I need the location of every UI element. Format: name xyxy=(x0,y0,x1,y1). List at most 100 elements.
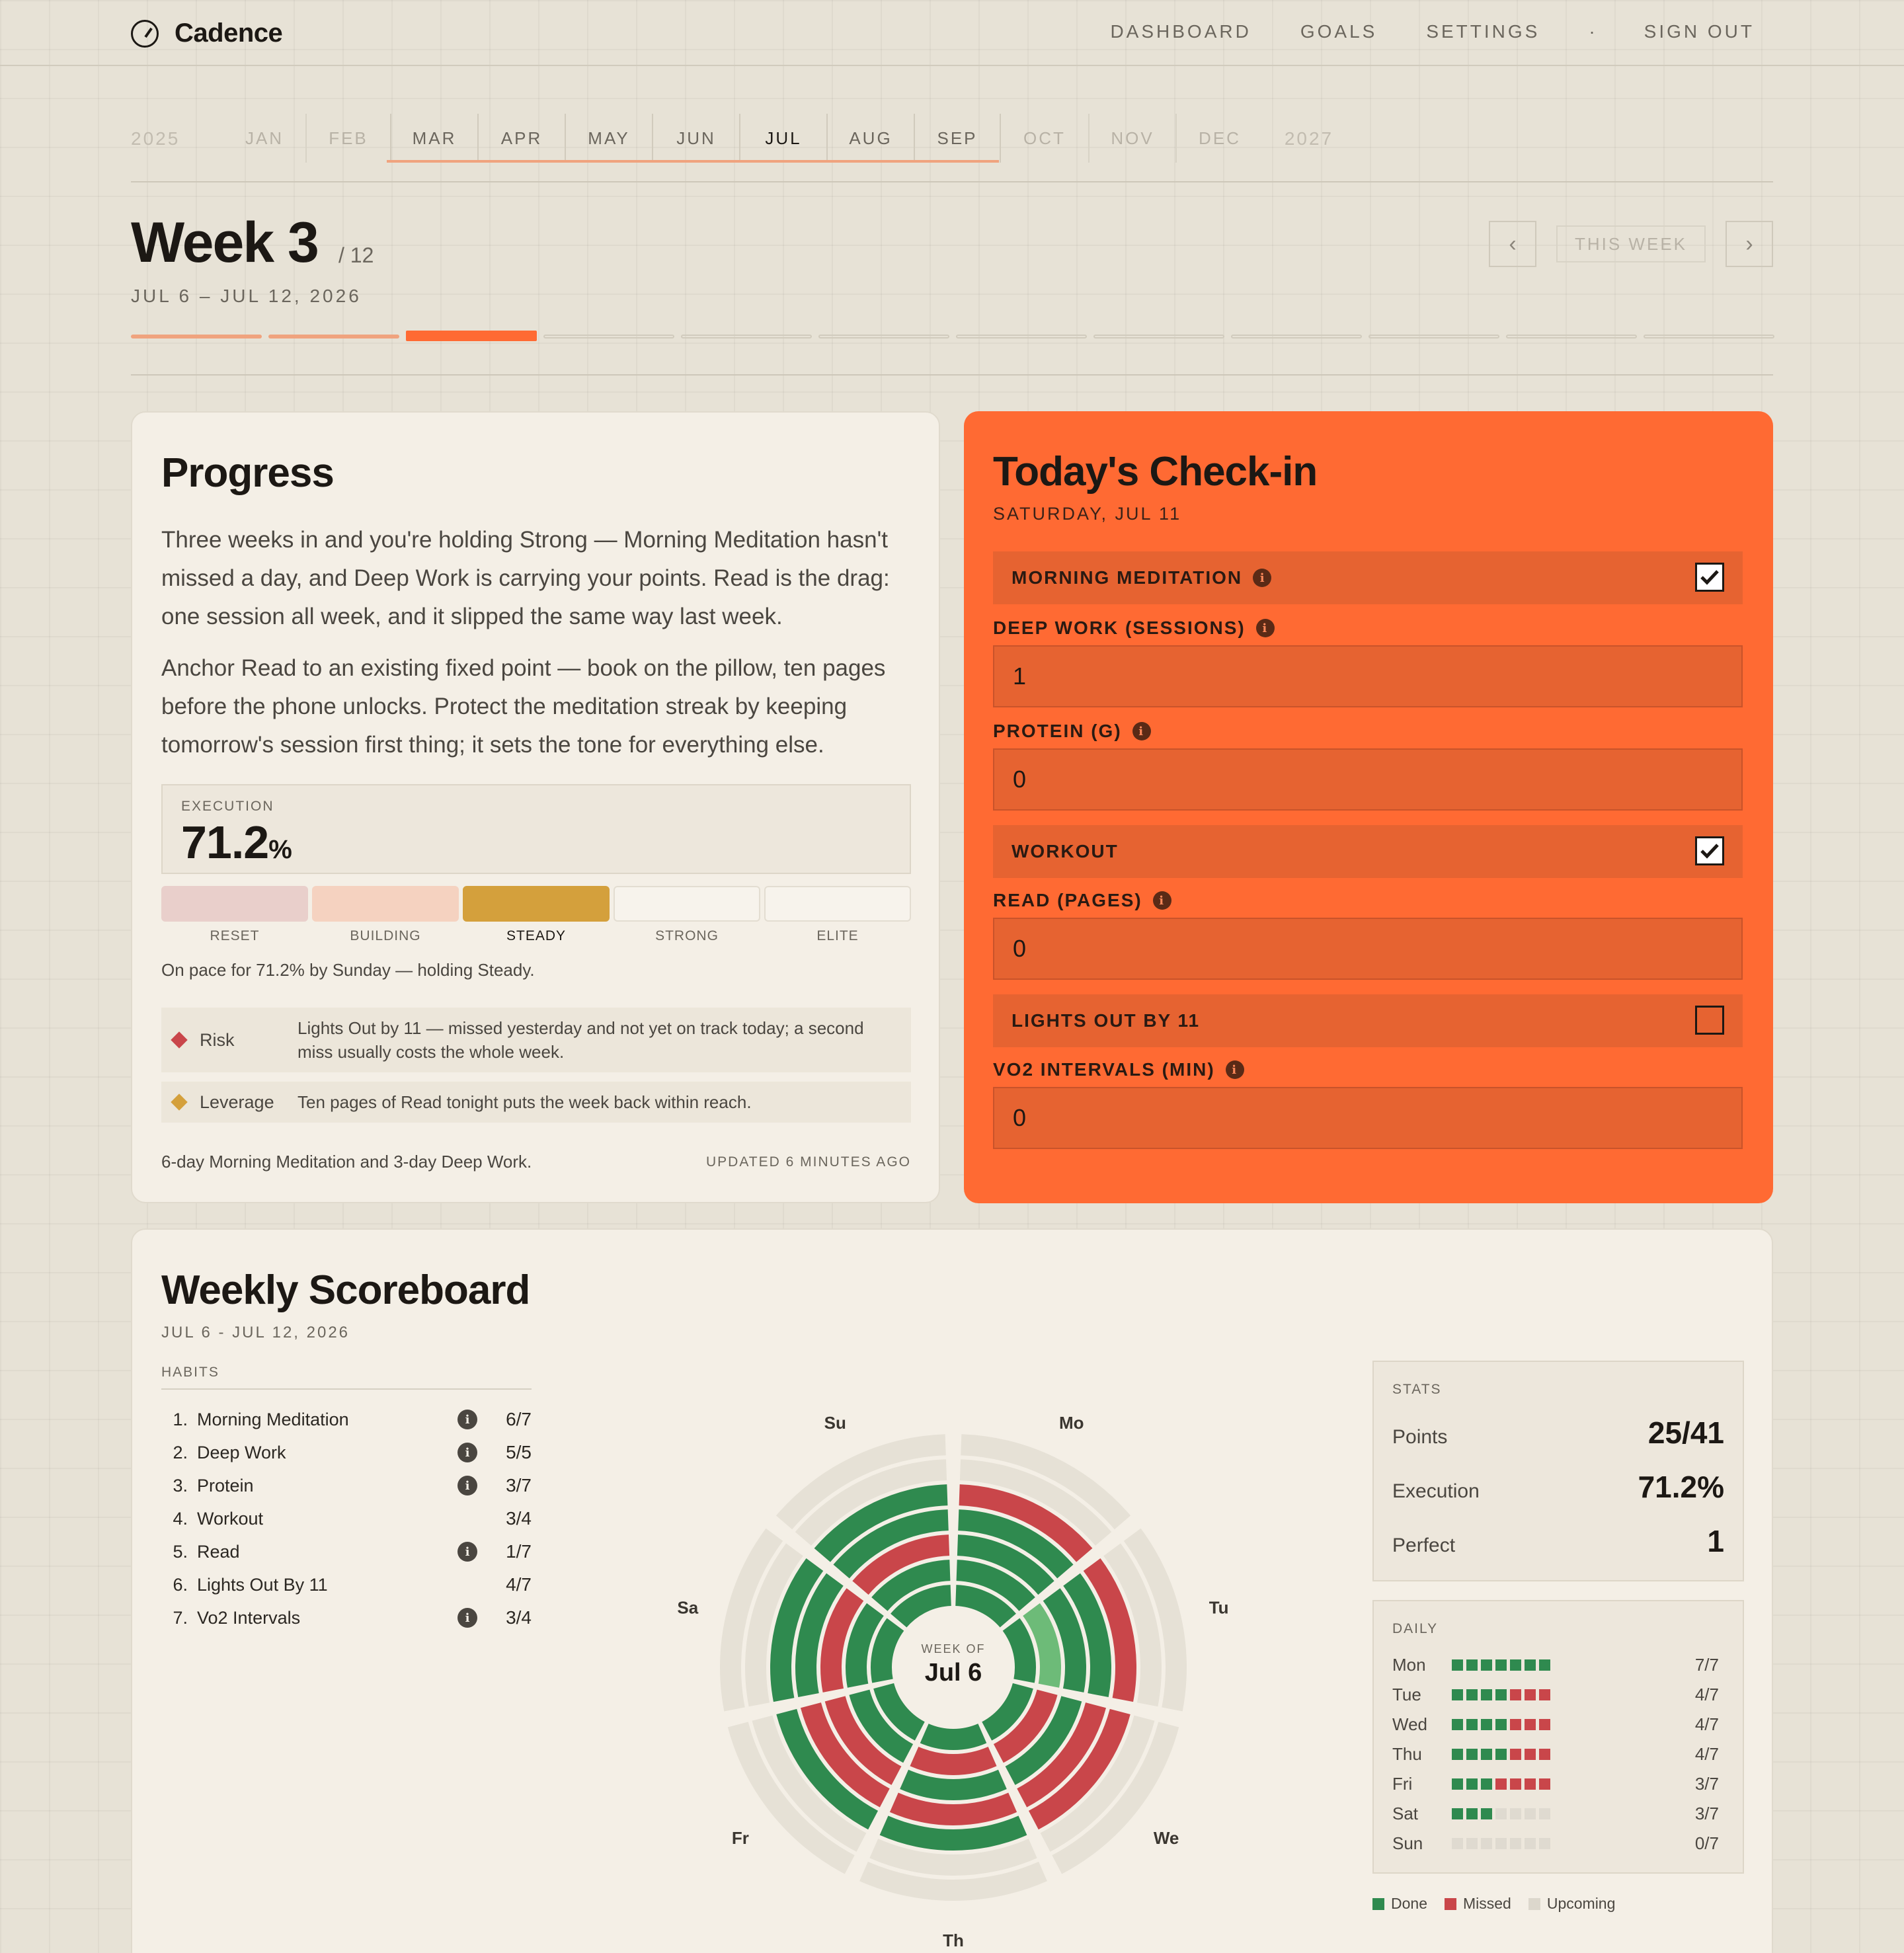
month-mar[interactable]: MAR xyxy=(390,114,477,163)
daily-day: Fri xyxy=(1392,1773,1413,1794)
daily-cell xyxy=(1495,1748,1507,1760)
nav-settings[interactable]: SETTINGS xyxy=(1426,21,1540,42)
risk-text: Lights Out by 11 — missed yesterday and … xyxy=(298,1018,864,1062)
daily-score: 3/7 xyxy=(1694,1773,1719,1794)
month-sep[interactable]: SEP xyxy=(914,114,1001,163)
info-icon[interactable]: i xyxy=(1152,891,1171,910)
radial-day-label: Tu xyxy=(1209,1597,1229,1617)
daily-cell xyxy=(1495,1778,1507,1790)
daily-cell xyxy=(1481,1837,1492,1849)
nav-sign-out[interactable]: SIGN OUT xyxy=(1644,21,1755,42)
daily-cell xyxy=(1510,1659,1521,1671)
month-aug[interactable]: AUG xyxy=(826,114,914,163)
month-jul[interactable]: JUL xyxy=(739,114,826,163)
divider xyxy=(131,374,1773,376)
info-icon[interactable]: i xyxy=(457,1476,477,1495)
info-icon[interactable]: i xyxy=(457,1542,477,1562)
next-week-button[interactable]: › xyxy=(1726,221,1773,267)
month-oct[interactable]: OCT xyxy=(1001,114,1088,163)
daily-header: DAILY xyxy=(1392,1621,1439,1636)
prev-week-button[interactable]: ‹ xyxy=(1488,221,1536,267)
deep-work-input[interactable]: 1 xyxy=(993,645,1743,707)
week-title: Week 3 xyxy=(131,211,319,274)
progress-title: Progress xyxy=(161,450,335,496)
risk-label: Risk xyxy=(200,1029,235,1050)
daily-cell xyxy=(1452,1659,1463,1671)
tier-label: RESET xyxy=(210,928,260,943)
radial-day-label: Su xyxy=(824,1413,846,1433)
daily-cell xyxy=(1525,1837,1536,1849)
this-week-button[interactable]: THIS WEEK xyxy=(1556,225,1706,262)
nav-goals[interactable]: GOALS xyxy=(1300,21,1377,42)
tier-scale xyxy=(161,886,911,922)
habit-row: 1. Morning Meditation i 6/7 xyxy=(161,1403,532,1436)
month-feb[interactable]: FEB xyxy=(305,114,390,163)
main-nav: DASHBOARD GOALS SETTINGS · SIGN OUT xyxy=(1110,21,1755,42)
vo2-input[interactable]: 0 xyxy=(993,1087,1743,1149)
habit-number: 7. xyxy=(173,1607,188,1628)
week-segment xyxy=(1506,335,1637,339)
daily-cell xyxy=(1481,1689,1492,1700)
month-may[interactable]: MAY xyxy=(565,114,652,163)
daily-cell xyxy=(1466,1778,1478,1790)
daily-panel: DAILY Mon 7/7 Tue 4/7 Wed 4/7 Thu 4/7 Fri 3/7 Sat 3… xyxy=(1372,1600,1744,1874)
daily-cell xyxy=(1539,1778,1550,1790)
daily-cell xyxy=(1466,1837,1478,1849)
info-icon[interactable]: i xyxy=(1255,619,1275,637)
info-icon[interactable]: i xyxy=(457,1410,477,1429)
morning-meditation-checkbox[interactable] xyxy=(1695,563,1724,592)
lights-out-checkbox[interactable] xyxy=(1695,1006,1724,1035)
info-icon[interactable]: i xyxy=(1132,722,1151,740)
radial-center-date: Jul 6 xyxy=(925,1659,982,1687)
year-next[interactable]: 2027 xyxy=(1263,114,1355,163)
checkin-date: SATURDAY, JUL 11 xyxy=(993,504,1182,524)
year-prev[interactable]: 2025 xyxy=(131,114,223,163)
execution-label: EXECUTION xyxy=(181,799,274,814)
daily-cell xyxy=(1510,1689,1521,1700)
lights-out-row[interactable]: LIGHTS OUT BY 11 xyxy=(993,994,1743,1047)
info-icon[interactable]: i xyxy=(457,1443,477,1462)
radial-day-label: We xyxy=(1154,1828,1179,1848)
daily-cell xyxy=(1525,1778,1536,1790)
radial-cell[interactable] xyxy=(910,1746,997,1775)
daily-cell xyxy=(1495,1659,1507,1671)
risk-note: Risk Lights Out by 11 — missed yesterday… xyxy=(161,1008,911,1072)
protein-input[interactable]: 0 xyxy=(993,748,1743,811)
active-months-underline xyxy=(387,160,999,163)
month-apr[interactable]: APR xyxy=(477,114,565,163)
daily-cell xyxy=(1466,1689,1478,1700)
stats-panel: STATS Points 25/41 Execution 71.2% Perfect… xyxy=(1372,1361,1744,1581)
checkin-card: Today's Check-in SATURDAY, JUL 11 MORNIN… xyxy=(964,411,1773,1203)
daily-cell xyxy=(1510,1837,1521,1849)
chevron-left-icon: ‹ xyxy=(1509,231,1517,257)
habits-header: HABITS xyxy=(161,1365,532,1390)
info-icon[interactable]: i xyxy=(1225,1060,1244,1079)
daily-cell xyxy=(1481,1808,1492,1819)
divider xyxy=(131,181,1773,182)
month-jan[interactable]: JAN xyxy=(223,114,305,163)
info-icon[interactable]: i xyxy=(457,1608,477,1628)
month-nov[interactable]: NOV xyxy=(1088,114,1175,163)
week-segment xyxy=(268,335,399,339)
daily-cell xyxy=(1495,1808,1507,1819)
radial-cell[interactable] xyxy=(920,1724,987,1750)
workout-checkbox[interactable] xyxy=(1695,836,1724,865)
info-icon[interactable]: i xyxy=(1253,569,1272,587)
month-dec[interactable]: DEC xyxy=(1175,114,1263,163)
daily-cell xyxy=(1495,1718,1507,1730)
diamond-icon xyxy=(171,1031,188,1049)
habit-row: 7. Vo2 Intervals i 3/4 xyxy=(161,1601,532,1634)
legend-done: Done xyxy=(1372,1895,1427,1913)
execution-box: EXECUTION 71.2% xyxy=(161,784,911,874)
checkmark-icon xyxy=(1700,570,1719,585)
workout-row[interactable]: WORKOUT xyxy=(993,825,1743,878)
daily-cell xyxy=(1452,1689,1463,1700)
points-stat: Points 25/41 xyxy=(1392,1415,1724,1450)
habit-name: Read xyxy=(197,1541,240,1562)
nav-dashboard[interactable]: DASHBOARD xyxy=(1110,21,1251,42)
info-icon xyxy=(457,1575,477,1595)
read-input[interactable]: 0 xyxy=(993,918,1743,980)
morning-meditation-row[interactable]: MORNING MEDITATION i xyxy=(993,551,1743,604)
month-jun[interactable]: JUN xyxy=(652,114,739,163)
brand[interactable]: Cadence xyxy=(131,19,283,48)
